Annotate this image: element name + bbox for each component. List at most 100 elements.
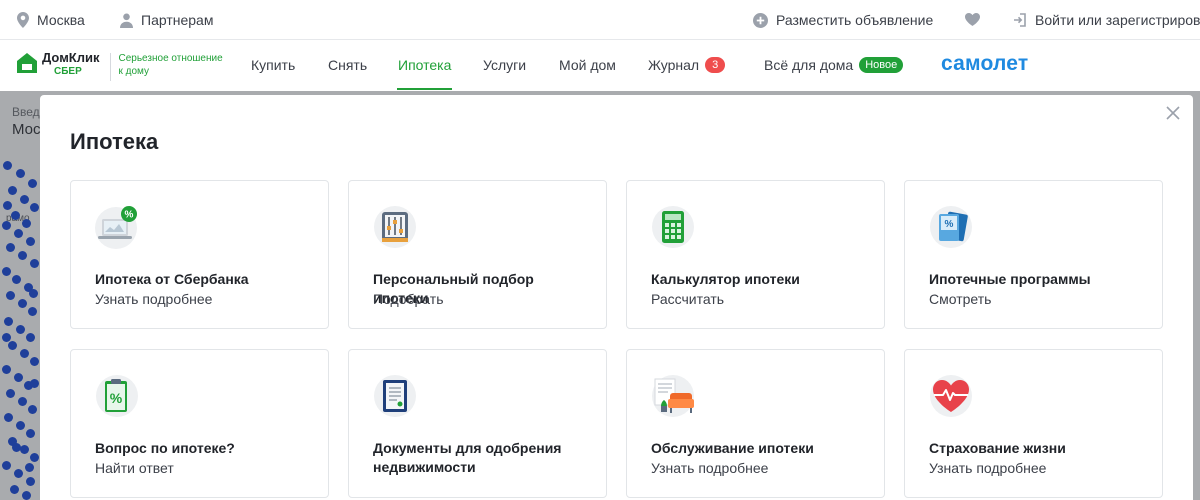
card-approval-documents[interactable]: Документы для одобрения недвижимости	[348, 349, 607, 498]
map-marker	[4, 413, 13, 422]
favorites-button[interactable]	[965, 13, 980, 26]
map-marker	[8, 341, 17, 350]
nav-journal[interactable]: Журнал 3	[648, 57, 726, 73]
map-marker	[22, 219, 31, 228]
location-pin-icon	[17, 12, 29, 28]
modal-title: Ипотека	[70, 129, 159, 154]
search-value: Мос	[12, 121, 41, 138]
armchair-icon	[652, 375, 694, 417]
map-marker	[28, 307, 37, 316]
map-marker	[30, 379, 39, 388]
percent-cards-icon: %	[930, 206, 972, 248]
card-sber-mortgage[interactable]: % Ипотека от Сбербанка Узнать подробнее	[70, 180, 329, 329]
document-icon	[374, 375, 416, 417]
card-title-line-1: Документы для одобрения	[373, 440, 562, 456]
map-marker	[20, 195, 29, 204]
nav-label: Всё для дома	[764, 57, 854, 73]
card-title: Страхование жизни	[929, 440, 1066, 456]
plus-circle-icon	[753, 12, 768, 28]
login-link[interactable]: Войти или зарегистрироваться	[1013, 12, 1200, 28]
card-title: Обслуживание ипотеки	[651, 440, 814, 456]
top-bar: Москва Партнерам Разместить объявление В…	[0, 0, 1200, 40]
map-marker	[16, 421, 25, 430]
map-marker	[16, 169, 25, 178]
slogan-line-2: к дому	[118, 66, 150, 77]
map-marker	[2, 333, 11, 342]
map-marker	[26, 333, 35, 342]
nav-my-home[interactable]: Мой дом	[559, 57, 616, 73]
map-marker	[26, 477, 35, 486]
map-marker	[26, 237, 35, 246]
svg-text:%: %	[125, 210, 134, 221]
map-marker	[22, 491, 31, 500]
card-subtitle: Узнать подробнее	[95, 291, 213, 307]
house-logo-icon	[17, 53, 37, 73]
journal-count-badge: 3	[705, 57, 726, 73]
card-mortgage-service[interactable]: Обслуживание ипотеки Узнать подробнее	[626, 349, 885, 498]
nav-services[interactable]: Услуги	[483, 57, 526, 73]
close-icon[interactable]	[1163, 103, 1183, 123]
slogan-line-1: Серьезное отношение	[118, 53, 223, 64]
map-marker	[30, 259, 39, 268]
map-marker	[10, 485, 19, 494]
clipboard-percent-icon: %	[96, 375, 138, 417]
city-label: Москва	[37, 12, 85, 28]
card-title: Ипотечные программы	[929, 271, 1091, 287]
map-marker	[6, 389, 15, 398]
calculator-icon	[652, 206, 694, 248]
map-marker	[20, 349, 29, 358]
card-title: Калькулятор ипотеки	[651, 271, 800, 287]
map-marker	[6, 243, 15, 252]
login-label: Войти или зарегистрироваться	[1035, 12, 1200, 28]
nav-mortgage[interactable]: Ипотека	[398, 57, 451, 73]
card-subtitle: Смотреть	[929, 291, 992, 307]
partners-link[interactable]: Партнерам	[120, 12, 213, 28]
card-title: Ипотека от Сбербанка	[95, 271, 249, 287]
laptop-percent-icon: %	[95, 206, 137, 249]
card-title: Документы для одобрения недвижимости	[373, 439, 593, 477]
nav-label: Снять	[328, 57, 368, 73]
logo-divider	[109, 53, 111, 81]
city-selector[interactable]: Москва	[17, 12, 85, 28]
post-ad-link[interactable]: Разместить объявление	[753, 12, 933, 28]
map-marker	[8, 186, 17, 195]
nav-home-goods[interactable]: Всё для дома Новое	[764, 57, 904, 73]
card-subtitle: Рассчитать	[651, 291, 725, 307]
map-marker	[12, 275, 21, 284]
card-mortgage-question[interactable]: % Вопрос по ипотеке? Найти ответ	[70, 349, 329, 498]
login-arrow-icon	[1014, 13, 1026, 27]
nav-label: Мой дом	[559, 57, 616, 73]
person-icon	[120, 13, 133, 28]
card-mortgage-calculator[interactable]: Калькулятор ипотеки Рассчитать	[626, 180, 885, 329]
map-marker	[2, 365, 11, 374]
map-marker	[3, 201, 12, 210]
map-marker	[6, 291, 15, 300]
card-personal-selection[interactable]: Персональный подбор ипотеки Подобрать	[348, 180, 607, 329]
map-marker	[30, 203, 39, 212]
domclick-logo[interactable]: ДомКлик СБЕР Серьезное отношение к дому	[16, 51, 229, 81]
card-title-line-2: недвижимости	[373, 459, 476, 475]
nav-buy[interactable]: Купить	[251, 57, 295, 73]
sliders-icon	[374, 206, 416, 248]
card-subtitle: Найти ответ	[95, 460, 174, 476]
nav-label: Ипотека	[398, 57, 452, 73]
map-marker	[16, 325, 25, 334]
post-ad-label: Разместить объявление	[776, 12, 934, 28]
map-marker	[18, 299, 27, 308]
heart-icon	[965, 13, 980, 26]
main-nav: ДомКлик СБЕР Серьезное отношение к дому …	[0, 40, 1200, 91]
card-mortgage-programs[interactable]: % Ипотечные программы Смотреть	[904, 180, 1163, 329]
map-marker	[2, 221, 11, 230]
nav-label: Купить	[251, 57, 296, 73]
map-marker	[26, 429, 35, 438]
map-marker	[28, 405, 37, 414]
logo-sber: СБЕР	[54, 66, 82, 77]
logo-slogan: Серьезное отношение к дому	[119, 52, 229, 78]
svg-text:%: %	[945, 219, 954, 230]
card-life-insurance[interactable]: Страхование жизни Узнать подробнее	[904, 349, 1163, 498]
map-marker	[4, 317, 13, 326]
map-marker	[30, 453, 39, 462]
partners-label: Партнерам	[141, 12, 214, 28]
nav-rent[interactable]: Снять	[328, 57, 367, 73]
samolet-brand-link[interactable]: самолет	[941, 52, 1028, 76]
